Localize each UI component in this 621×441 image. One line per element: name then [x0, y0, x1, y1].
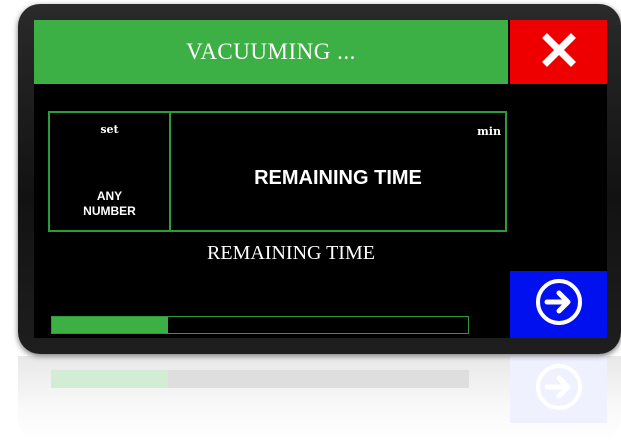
status-panel: set ANY NUMBER min REMAINING TIME [48, 111, 507, 232]
reflection-progress-fill [51, 370, 169, 388]
display-screen: VACUUMING ... set ANY NUMBER min REMAINI… [34, 20, 607, 338]
close-x-icon [541, 32, 577, 73]
next-button[interactable] [510, 271, 607, 338]
title-bar: VACUUMING ... [34, 20, 508, 84]
progress-bar [51, 316, 469, 334]
screen-reflection [18, 356, 621, 441]
close-button[interactable] [510, 20, 607, 84]
setpoint-label: set [100, 123, 119, 136]
remaining-time-caption: REMAINING TIME [207, 242, 375, 264]
reflection-next-button [510, 356, 607, 423]
remaining-time-value: REMAINING TIME [254, 167, 422, 189]
time-unit-label: min [477, 125, 501, 138]
stage: VACUUMING ... set ANY NUMBER min REMAINI… [0, 0, 621, 441]
reflection-progress-bar [51, 370, 469, 388]
arrow-right-circle-icon [534, 277, 584, 332]
progress-bar-fill [52, 317, 169, 333]
setpoint-value[interactable]: ANY NUMBER [50, 189, 169, 219]
reflection-arrow-icon [534, 362, 584, 417]
page-title: VACUUMING ... [186, 39, 356, 64]
